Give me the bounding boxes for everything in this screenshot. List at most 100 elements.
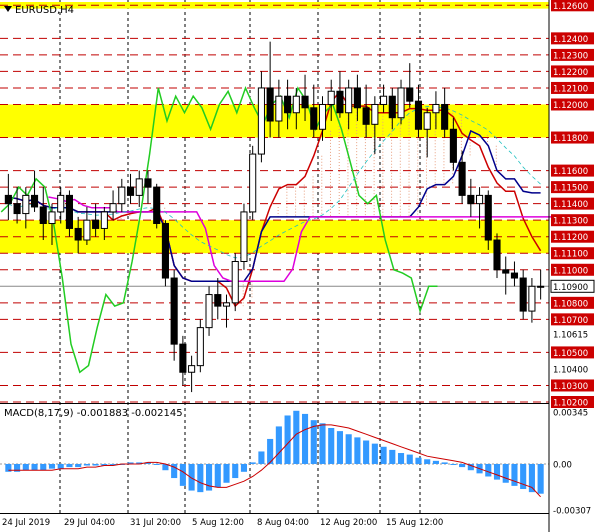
macd-bar	[232, 463, 239, 479]
price-tick: 1.10300	[551, 379, 594, 392]
macd-bar	[275, 426, 282, 464]
price-tick-label: 1.11400	[553, 200, 588, 210]
price-tick-label: 1.12000	[553, 101, 588, 111]
macd-bar	[66, 463, 73, 468]
candle-body	[537, 285, 545, 288]
macd-bar	[511, 463, 518, 486]
candle-body	[30, 194, 39, 208]
candle-body	[502, 269, 510, 274]
candle	[153, 183, 161, 229]
macd-bar	[336, 431, 343, 464]
price-tick: 1.11500	[551, 181, 594, 194]
macd-bar	[363, 440, 370, 464]
candle-body	[423, 112, 431, 130]
candle	[161, 220, 169, 287]
candle-body	[205, 294, 213, 329]
candle-body	[65, 194, 73, 229]
price-tick-label: 1.11000	[553, 266, 588, 276]
candle	[240, 203, 248, 270]
macd-tick-label: 0.00	[553, 460, 572, 470]
price-tick: 1.11800	[551, 131, 594, 144]
macd-bar	[153, 463, 160, 465]
candle-body	[284, 95, 292, 114]
candle-body	[92, 219, 100, 229]
time-tick-label: 15 Aug 12:00	[386, 518, 443, 528]
candle-body	[476, 194, 484, 205]
candle	[249, 145, 257, 221]
time-tick-label: 31 Jul 20:00	[130, 518, 181, 528]
metatrader-chart-window[interactable]: 1.12600 1.12400 1.12300 1.12200 1.12100 1.120…	[0, 0, 595, 532]
price-tick: 1.10500	[551, 346, 594, 359]
candle-body	[109, 203, 117, 213]
macd-bar	[319, 423, 326, 464]
candle-body	[449, 128, 457, 163]
price-tick: 1.11300	[551, 214, 594, 227]
candle-body	[188, 365, 196, 373]
macd-bar	[406, 454, 413, 464]
price-tick-label: 1.10200	[553, 399, 588, 409]
macd-bar	[40, 463, 47, 471]
price-tick: 1.12400	[551, 32, 594, 45]
candle-body	[170, 277, 178, 345]
price-tick: 1.10200	[551, 396, 594, 409]
macd-bar	[223, 463, 230, 483]
price-tick-label: 1.10900	[553, 283, 588, 293]
candle-body	[22, 194, 30, 215]
macd-bar	[397, 453, 405, 464]
candle-body	[458, 161, 466, 196]
candle-body	[13, 203, 21, 215]
symbol-label: EURUSD,H4	[15, 5, 74, 16]
candle-body	[414, 100, 423, 130]
macd-bar	[48, 463, 56, 469]
candle-body	[406, 87, 414, 102]
highlight-zone	[0, 104, 549, 138]
macd-bar	[214, 463, 221, 488]
candle-body	[249, 153, 257, 213]
candle-body	[275, 95, 283, 122]
candle-body	[441, 103, 449, 130]
macd-bar	[537, 463, 544, 494]
price-tick-label: 1.10300	[553, 382, 588, 392]
price-tick: 1.11400	[551, 197, 594, 210]
macd-bar	[441, 462, 448, 464]
price-tick-label: 1.12400	[553, 35, 588, 45]
price-tick: 1.11100	[551, 247, 594, 260]
macd-bar	[328, 427, 335, 464]
symbol-header[interactable]: EURUSD,H4	[4, 5, 74, 16]
candle-body	[222, 302, 231, 307]
macd-bar	[354, 437, 361, 464]
candle-body	[380, 95, 388, 105]
candle	[196, 319, 204, 373]
time-tick-label: 5 Aug 12:00	[192, 518, 244, 528]
macd-tick-label: 0.00345	[553, 409, 588, 419]
candle-body	[388, 95, 396, 119]
candle	[231, 253, 239, 312]
candle-body	[484, 194, 492, 241]
candle-body	[74, 227, 82, 241]
macd-label: MACD(8,17,9) -0.001883 -0.002145	[4, 408, 183, 419]
price-tick: 1.12600	[551, 0, 594, 12]
price-tick-label: 1.11800	[553, 134, 588, 144]
price-tick-label: 1.10615	[553, 331, 588, 341]
candle-body	[118, 186, 126, 205]
price-tick-label: 1.10800	[553, 299, 588, 309]
macd-bar	[179, 463, 186, 486]
macd-bar	[345, 434, 352, 464]
macd-bar	[389, 449, 396, 464]
candle-body	[362, 107, 370, 125]
macd-bar	[258, 451, 265, 464]
price-tick: 1.10900	[550, 279, 595, 293]
candle-body	[345, 87, 353, 114]
macd-bar	[450, 463, 457, 465]
price-tick-label: 1.11300	[553, 217, 588, 227]
candle-body	[266, 87, 274, 122]
candle-body	[528, 285, 536, 312]
price-tick: 1.10800	[551, 296, 594, 309]
candle-body	[196, 327, 204, 367]
price-tick-label: 1.12100	[553, 84, 588, 94]
macd-bar	[197, 463, 204, 493]
candle-body	[39, 206, 47, 224]
price-tick-label: 1.12600	[553, 2, 588, 12]
price-tick-label: 1.12300	[553, 51, 588, 61]
macd-bar	[57, 463, 64, 469]
